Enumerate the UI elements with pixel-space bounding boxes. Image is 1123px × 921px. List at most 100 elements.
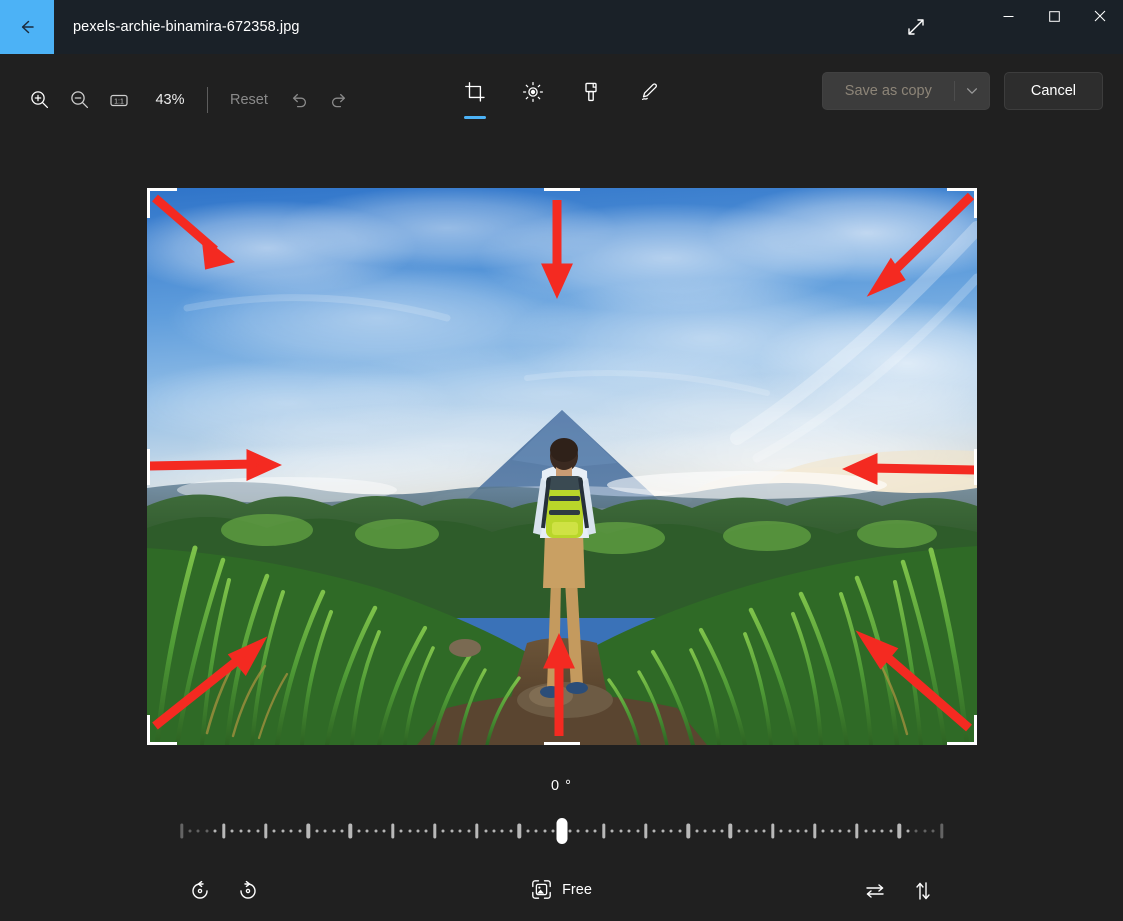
flip-horizontal-icon (866, 884, 884, 898)
rotation-slider-thumb[interactable] (556, 818, 567, 844)
flip-vertical-button[interactable] (903, 871, 943, 911)
action-buttons: Save as copy Cancel (821, 72, 1103, 110)
rotate-left-button[interactable] (180, 871, 220, 911)
rotation-tick-minor (365, 829, 369, 833)
rotation-tick-major (390, 823, 395, 839)
rotation-section: 0 ° (0, 778, 1123, 844)
crop-handle-top-left-h[interactable] (147, 188, 177, 191)
rotation-slider[interactable] (179, 818, 944, 844)
rotation-tick-minor (247, 829, 251, 833)
rotation-tick-minor (576, 829, 580, 833)
rotate-left-icon (192, 880, 208, 899)
rotation-tick-major (306, 823, 310, 839)
crop-handle-bottom-center[interactable] (544, 742, 580, 745)
save-as-copy-split-button[interactable]: Save as copy (821, 72, 990, 110)
rotation-tick-minor (593, 829, 597, 833)
crop-handle-bottom-right-h[interactable] (947, 742, 977, 745)
rotation-tick-major (348, 823, 353, 839)
rotation-tick-major (433, 823, 437, 839)
rotation-tick-minor (661, 829, 665, 833)
rotation-tick-minor (703, 829, 707, 833)
expand-button[interactable] (893, 6, 939, 48)
save-options-button[interactable] (955, 73, 989, 109)
tab-markup[interactable] (569, 72, 613, 124)
rotation-tick-minor (627, 829, 631, 833)
rotation-tick-minor (424, 829, 428, 833)
crop-handle-right-middle[interactable] (974, 448, 977, 485)
rotate-right-button[interactable] (228, 871, 268, 911)
rotation-tick-minor (450, 829, 454, 833)
crop-frame[interactable] (147, 188, 977, 745)
zoom-in-button[interactable] (19, 80, 59, 120)
zoom-in-icon (30, 91, 48, 109)
rotation-tick-minor (914, 829, 918, 833)
crop-handle-left-middle[interactable] (147, 448, 150, 485)
one-to-one-icon: 1:1 (110, 94, 128, 106)
crop-handle-bottom-left-v[interactable] (147, 715, 150, 745)
rotation-tick-minor (678, 829, 682, 833)
redo-button[interactable] (319, 80, 359, 120)
aspect-ratio-button[interactable]: Free (517, 871, 606, 908)
rotation-tick-minor (762, 829, 766, 833)
close-button[interactable] (1077, 0, 1123, 32)
rotation-tick-minor (188, 829, 192, 833)
rotation-tick-minor (500, 829, 504, 833)
save-as-copy-button[interactable]: Save as copy (823, 73, 954, 109)
minimize-button[interactable] (985, 0, 1031, 32)
zoom-out-button[interactable] (59, 80, 99, 120)
rotate-right-icon (240, 880, 256, 899)
crop-handle-top-right-v[interactable] (974, 188, 977, 218)
undo-button[interactable] (279, 80, 319, 120)
rotation-tick-minor (534, 829, 538, 833)
rotation-tick-minor (484, 829, 487, 833)
rotation-tick-minor (332, 829, 335, 833)
rotation-tick-minor (695, 829, 699, 833)
rotation-tick-minor (340, 829, 344, 833)
photo-image[interactable] (147, 188, 977, 745)
tab-adjustment[interactable] (511, 72, 555, 124)
rotation-tick-minor (551, 829, 555, 833)
flip-horizontal-button[interactable] (855, 871, 895, 911)
crop-handle-top-left-v[interactable] (147, 188, 150, 218)
rotation-tick-major (264, 823, 268, 839)
rotation-tick-minor (441, 829, 445, 833)
minimize-icon (1003, 15, 1013, 17)
rotation-tick-minor (374, 829, 378, 833)
flip-controls (855, 871, 943, 911)
rotation-tick-minor (315, 829, 319, 833)
maximize-icon (1048, 10, 1060, 22)
actual-size-button[interactable]: 1:1 (99, 80, 139, 120)
rotation-tick-minor (872, 829, 876, 833)
rotation-tick-major (686, 823, 690, 839)
rotation-tick-minor (323, 829, 327, 833)
crop-handle-top-right-h[interactable] (947, 188, 977, 191)
tab-retouch[interactable] (627, 72, 671, 124)
rotation-tick-minor (889, 829, 893, 833)
active-tab-indicator (463, 116, 486, 119)
zoom-controls-group: 1:1 43% Reset (19, 72, 359, 127)
reset-button[interactable]: Reset (219, 85, 279, 115)
back-arrow-icon (21, 20, 34, 34)
photo-svg (147, 188, 977, 745)
expand-diagonal-icon (908, 19, 924, 35)
crop-handle-top-center[interactable] (544, 188, 580, 191)
rotate-controls (180, 871, 268, 911)
rotation-tick-minor (213, 829, 217, 833)
aspect-ratio-icon (532, 880, 551, 899)
cancel-button[interactable]: Cancel (1003, 72, 1103, 110)
rotation-tick-minor (838, 829, 842, 833)
rotation-tick-minor (652, 829, 656, 833)
rotation-tick-major (813, 823, 817, 839)
rotation-tick-minor (543, 829, 547, 833)
rotation-tick-minor (298, 829, 302, 833)
maximize-button[interactable] (1031, 0, 1077, 32)
rotation-tick-minor (754, 829, 758, 833)
crop-icon (464, 82, 485, 102)
rotation-tick-minor (230, 829, 234, 833)
crop-handle-bottom-right-v[interactable] (974, 715, 977, 745)
crop-handle-bottom-left-h[interactable] (147, 742, 177, 745)
tab-crop[interactable] (453, 72, 497, 124)
back-button[interactable] (0, 0, 54, 54)
rotation-tick-minor (509, 829, 513, 833)
window-controls (985, 0, 1123, 54)
